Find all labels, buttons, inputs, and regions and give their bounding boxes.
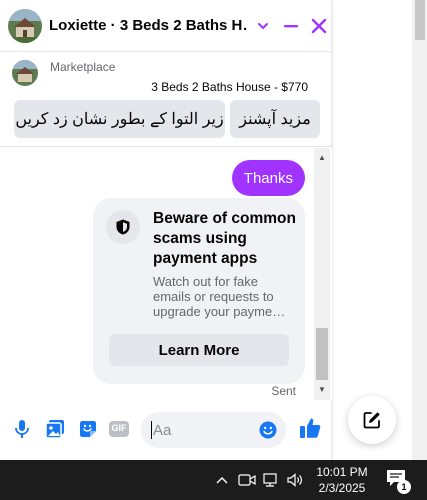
chat-header: Loxiette · 3 Beds 2 Baths H… <box>0 0 332 52</box>
notification-center-button[interactable]: 1 <box>385 468 411 494</box>
chat-title[interactable]: Loxiette · 3 Beds 2 Baths H… <box>49 17 247 34</box>
listing-price[interactable]: 3 Beds 2 Baths House - $770 <box>151 80 308 94</box>
gif-icon[interactable]: GIF <box>108 418 130 440</box>
chevron-up-icon[interactable] <box>213 471 231 489</box>
network-icon[interactable] <box>262 471 280 489</box>
more-options-button[interactable]: مزید آپشنز <box>230 100 320 138</box>
message-scrollbar[interactable]: ▲ ▼ <box>314 148 330 400</box>
taskbar: 10:01 PM 2/3/2025 1 <box>0 460 427 500</box>
shield-icon <box>106 210 140 244</box>
new-message-icon <box>362 410 382 430</box>
learn-more-button[interactable]: Learn More <box>109 334 289 366</box>
mark-as-pending-button[interactable]: زیر التوا کے بطور نشان زد کریں <box>14 100 225 138</box>
microphone-icon[interactable] <box>11 418 33 440</box>
message-scrollbar-thumb[interactable] <box>316 328 328 380</box>
message-input-wrapper[interactable] <box>141 412 286 448</box>
scroll-up-icon[interactable]: ▲ <box>314 150 330 164</box>
message-thread: Thanks Beware of common scams using paym… <box>0 148 332 400</box>
clock-time: 10:01 PM <box>316 465 368 479</box>
photo-icon[interactable] <box>44 418 66 440</box>
new-message-button[interactable] <box>348 396 396 444</box>
chevron-down-icon[interactable] <box>252 15 274 37</box>
scroll-down-icon[interactable]: ▼ <box>314 382 330 396</box>
warning-body: Watch out for fake emails or requests to… <box>153 274 286 319</box>
listing-thumbnail[interactable] <box>12 60 38 86</box>
page-scrollbar-thumb[interactable] <box>415 0 425 40</box>
warning-title: Beware of common scams using payment app… <box>153 210 296 267</box>
notification-count-badge: 1 <box>397 480 411 494</box>
system-clock[interactable]: 10:01 PM 2/3/2025 <box>312 464 372 496</box>
like-icon[interactable] <box>298 416 322 440</box>
sent-message-bubble[interactable]: Thanks <box>231 160 305 196</box>
close-icon[interactable] <box>308 15 330 37</box>
text-caret <box>151 421 152 439</box>
listing-source: Marketplace <box>50 60 116 74</box>
message-input[interactable] <box>153 412 263 448</box>
clock-date: 2/3/2025 <box>318 481 366 495</box>
volume-icon[interactable] <box>286 471 304 489</box>
sticker-icon[interactable] <box>77 418 99 440</box>
marketplace-listing: Marketplace 3 Beds 2 Baths House - $770 … <box>0 52 332 147</box>
webcam-icon[interactable] <box>238 471 256 489</box>
gif-label: GIF <box>111 423 127 433</box>
emoji-icon[interactable] <box>259 421 277 439</box>
message-status: Sent <box>271 384 296 398</box>
message-composer: GIF <box>0 400 332 460</box>
scam-warning-card: Beware of common scams using payment app… <box>93 198 305 384</box>
page-scrollbar[interactable] <box>412 0 427 460</box>
contact-avatar[interactable] <box>8 8 42 43</box>
chat-window: Loxiette · 3 Beds 2 Baths H… Marketplace… <box>0 0 332 460</box>
minimize-icon[interactable] <box>280 15 302 37</box>
